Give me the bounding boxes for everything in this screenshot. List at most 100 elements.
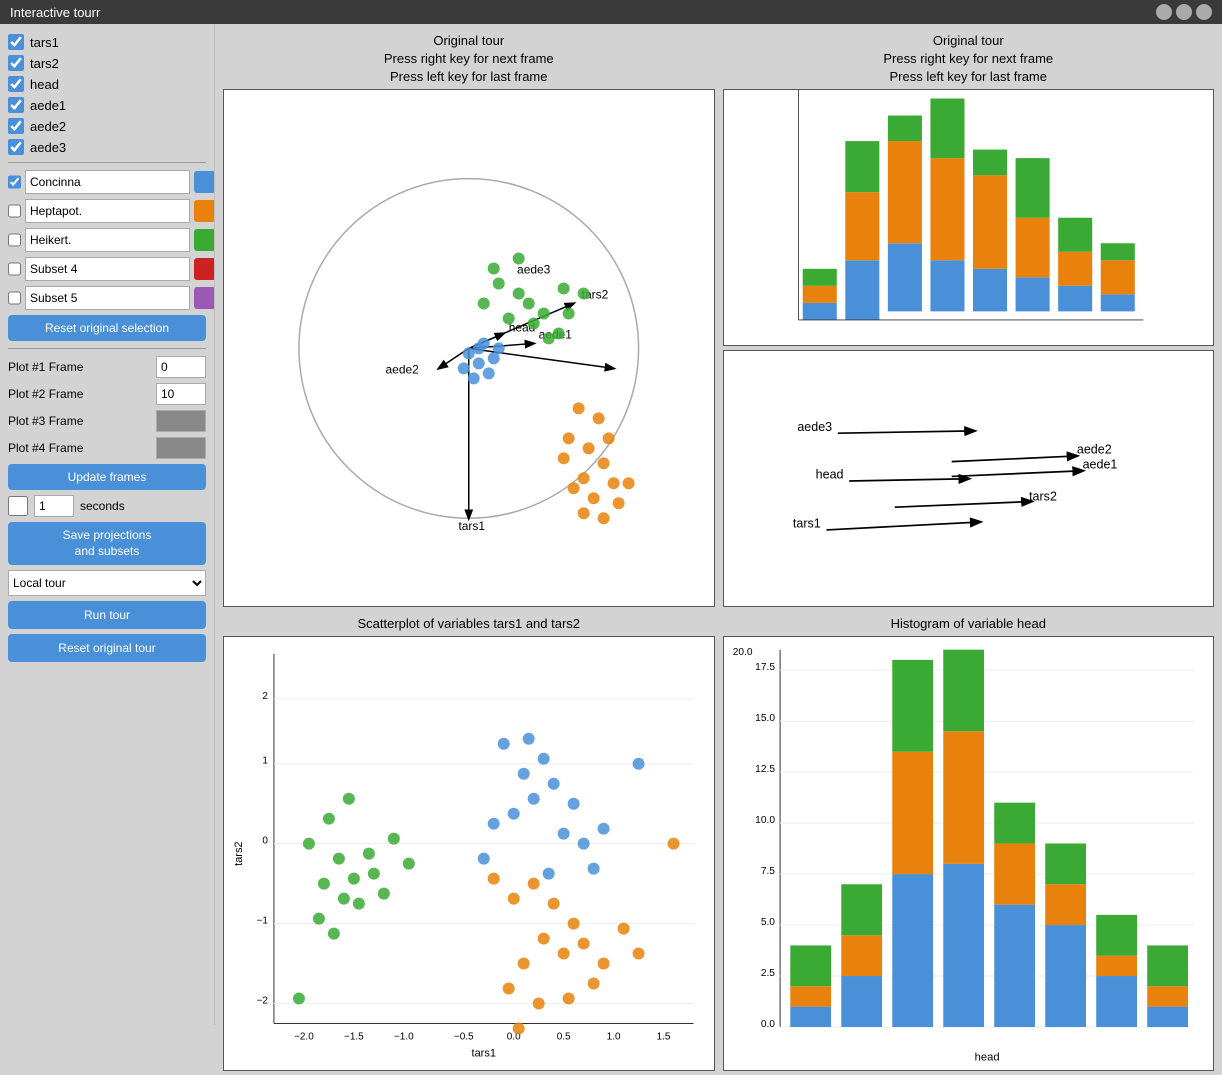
tars2-checkbox[interactable] bbox=[8, 55, 24, 71]
svg-text:1.5: 1.5 bbox=[657, 1031, 671, 1042]
axis-plot-container[interactable]: aede3 aede2 aede1 head tars2 tars1 bbox=[723, 350, 1215, 607]
svg-text:head: head bbox=[974, 1051, 999, 1063]
svg-text:0.0: 0.0 bbox=[760, 1019, 774, 1030]
tour-plot-title: Original tour Press right key for next f… bbox=[384, 32, 554, 87]
scatter-plot-cell: Scatterplot of variables tars1 and tars2… bbox=[219, 611, 719, 1075]
aede1-checkbox[interactable] bbox=[8, 97, 24, 113]
svg-text:−2.0: −2.0 bbox=[294, 1031, 314, 1042]
subset-concinna bbox=[8, 170, 206, 194]
svg-text:tars2: tars2 bbox=[233, 841, 245, 865]
svg-text:−2: −2 bbox=[257, 995, 269, 1006]
svg-text:−1: −1 bbox=[257, 915, 269, 926]
aede1-label: aede1 bbox=[30, 98, 66, 113]
seconds-input[interactable] bbox=[34, 495, 74, 517]
plot3-frame-row: Plot #3 Frame bbox=[8, 410, 206, 432]
var-aede2: aede2 bbox=[8, 118, 206, 134]
svg-text:20.0: 20.0 bbox=[732, 646, 752, 657]
save-projections-button[interactable]: Save projectionsand subsets bbox=[8, 522, 206, 565]
plot4-frame-label: Plot #4 Frame bbox=[8, 441, 83, 455]
head-hist-plot-title: Histogram of variable head bbox=[891, 615, 1046, 633]
main-layout: tars1 tars2 head aede1 aede2 aede3 bbox=[0, 24, 1222, 1025]
tour-plot-container[interactable]: tars2 aede1 head tars1 aede2 aede3 bbox=[223, 89, 715, 608]
plot1-frame-row: Plot #1 Frame bbox=[8, 356, 206, 378]
maximize-button[interactable] bbox=[1176, 4, 1192, 20]
plot4-frame-color bbox=[156, 437, 206, 459]
svg-text:tars1: tars1 bbox=[792, 517, 820, 531]
hist-plot-cell: Original tour Press right key for next f… bbox=[719, 28, 1219, 611]
heptapot-checkbox[interactable] bbox=[8, 203, 21, 219]
svg-text:0: 0 bbox=[262, 835, 268, 846]
svg-text:17.5: 17.5 bbox=[755, 662, 775, 673]
heikert-input[interactable] bbox=[25, 228, 190, 252]
histogram-svg bbox=[724, 90, 1214, 345]
sidebar: tars1 tars2 head aede1 aede2 aede3 bbox=[0, 24, 215, 1025]
minimize-button[interactable] bbox=[1156, 4, 1172, 20]
aede3-checkbox[interactable] bbox=[8, 139, 24, 155]
scatter-plot-title: Scatterplot of variables tars1 and tars2 bbox=[357, 615, 580, 633]
seconds-row: seconds bbox=[8, 495, 206, 517]
svg-text:tars1: tars1 bbox=[458, 519, 485, 533]
var-aede1: aede1 bbox=[8, 97, 206, 113]
svg-text:aede2: aede2 bbox=[1076, 443, 1111, 457]
subset5-input[interactable] bbox=[25, 286, 190, 310]
seconds-checkbox[interactable] bbox=[8, 496, 28, 516]
plot2-frame-row: Plot #2 Frame bbox=[8, 383, 206, 405]
svg-text:1.0: 1.0 bbox=[607, 1031, 621, 1042]
subset5-checkbox[interactable] bbox=[8, 290, 21, 306]
close-button[interactable] bbox=[1196, 4, 1212, 20]
svg-text:0.5: 0.5 bbox=[557, 1031, 571, 1042]
heptapot-color bbox=[194, 200, 215, 222]
subset4-checkbox[interactable] bbox=[8, 261, 21, 277]
svg-text:aede3: aede3 bbox=[797, 420, 832, 434]
plot2-frame-input[interactable] bbox=[156, 383, 206, 405]
axis-svg: aede3 aede2 aede1 head tars2 tars1 bbox=[724, 351, 1214, 606]
plot4-frame-row: Plot #4 Frame bbox=[8, 437, 206, 459]
tars1-checkbox[interactable] bbox=[8, 34, 24, 50]
plot1-frame-input[interactable] bbox=[156, 356, 206, 378]
heptapot-input[interactable] bbox=[25, 199, 190, 223]
svg-text:2.5: 2.5 bbox=[760, 968, 774, 979]
head-hist-svg: 0.0 2.5 5.0 7.5 10.0 12.5 15.0 17.5 20.0 bbox=[724, 637, 1214, 1070]
svg-text:12.5: 12.5 bbox=[755, 764, 775, 775]
svg-text:aede2: aede2 bbox=[386, 362, 420, 376]
update-frames-button[interactable]: Update frames bbox=[8, 464, 206, 490]
hist-plot-container[interactable] bbox=[723, 89, 1215, 346]
svg-text:tars2: tars2 bbox=[1029, 489, 1057, 503]
seconds-label: seconds bbox=[80, 499, 125, 513]
head-label: head bbox=[30, 77, 59, 92]
concinna-color bbox=[194, 171, 215, 193]
concinna-checkbox[interactable] bbox=[8, 174, 21, 190]
plot1-frame-label: Plot #1 Frame bbox=[8, 360, 83, 374]
aede2-checkbox[interactable] bbox=[8, 118, 24, 134]
run-tour-button[interactable]: Run tour bbox=[8, 601, 206, 629]
subset-5 bbox=[8, 286, 206, 310]
content-area: Original tour Press right key for next f… bbox=[215, 24, 1222, 1025]
head-hist-plot-container[interactable]: 0.0 2.5 5.0 7.5 10.0 12.5 15.0 17.5 20.0 bbox=[723, 636, 1215, 1071]
heikert-checkbox[interactable] bbox=[8, 232, 21, 248]
head-hist-plot-cell: Histogram of variable head 0.0 2.5 5.0 7… bbox=[719, 611, 1219, 1075]
window-controls bbox=[1156, 4, 1212, 20]
svg-text:aede1: aede1 bbox=[1082, 457, 1117, 471]
svg-text:head: head bbox=[815, 468, 843, 482]
scatter-plot-container[interactable]: 2 1 0 −1 −2 tars2 −2.0 −1.5 −1.0 −0.5 0.… bbox=[223, 636, 715, 1071]
reset-tour-button[interactable]: Reset original tour bbox=[8, 634, 206, 662]
subset-heikert bbox=[8, 228, 206, 252]
subset4-input[interactable] bbox=[25, 257, 190, 281]
svg-text:7.5: 7.5 bbox=[760, 866, 774, 877]
tour-plot-cell: Original tour Press right key for next f… bbox=[219, 28, 719, 611]
hist-plot-title: Original tour Press right key for next f… bbox=[883, 32, 1053, 87]
svg-text:aede3: aede3 bbox=[517, 262, 551, 276]
reset-selection-button[interactable]: Reset original selection bbox=[8, 315, 206, 341]
head-checkbox[interactable] bbox=[8, 76, 24, 92]
local-tour-select[interactable]: Local tour Guided tour Grand tour bbox=[8, 570, 206, 596]
app-title: Interactive tourr bbox=[10, 5, 100, 20]
svg-text:1: 1 bbox=[262, 755, 268, 766]
subset-heptapot bbox=[8, 199, 206, 223]
svg-text:15.0: 15.0 bbox=[755, 713, 775, 724]
heikert-color bbox=[194, 229, 215, 251]
tars1-label: tars1 bbox=[30, 35, 59, 50]
subset-4 bbox=[8, 257, 206, 281]
tars2-label: tars2 bbox=[30, 56, 59, 71]
tour-svg: tars2 aede1 head tars1 aede2 aede3 bbox=[224, 90, 714, 607]
concinna-input[interactable] bbox=[25, 170, 190, 194]
